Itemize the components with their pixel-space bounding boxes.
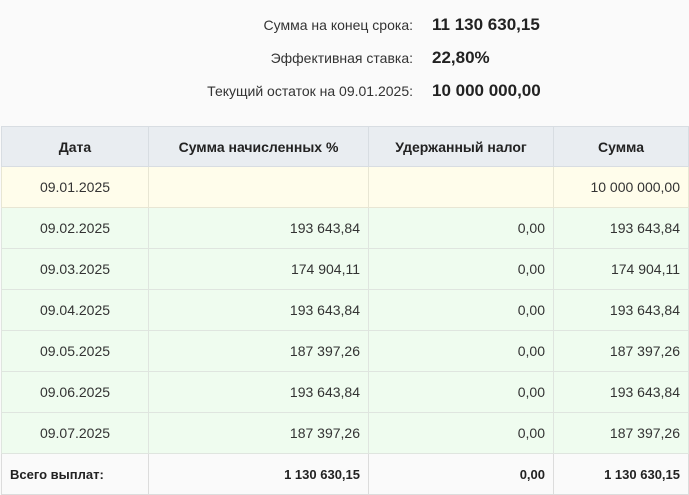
rate-label: Эффективная ставка: [270,50,413,66]
row-tax: 0,00 [368,248,554,290]
row-amount: 193 643,84 [553,371,689,413]
total-label: Сумма на конец срока: [263,17,413,33]
row-amount: 193 643,84 [553,207,689,249]
total-row-tax: 0,00 [368,453,554,495]
row-date: 09.07.2025 [1,412,149,454]
summary-row-total: Сумма на конец срока: 11 130 630,15 [0,10,689,40]
payment-schedule: Дата Сумма начисленных % Удержанный нало… [1,126,689,495]
payment-table: Дата Сумма начисленных % Удержанный нало… [1,126,689,495]
total-value: 11 130 630,15 [432,15,540,34]
table-total-row: Всего выплат: 1 130 630,15 0,00 1 130 63… [1,453,689,495]
row-interest: 187 397,26 [148,330,369,372]
deposit-summary: Сумма на конец срока: 11 130 630,15 Эффе… [0,0,689,126]
table-row: 09.02.2025 193 643,84 0,00 193 643,84 [1,207,689,249]
row-amount: 187 397,26 [553,412,689,454]
rate-value: 22,80% [432,48,490,67]
row-interest: 193 643,84 [148,207,369,249]
row-date: 09.04.2025 [1,289,149,331]
row-tax: 0,00 [368,412,554,454]
row-date: 09.03.2025 [1,248,149,290]
row-interest: 193 643,84 [148,371,369,413]
table-row: 09.06.2025 193 643,84 0,00 193 643,84 [1,371,689,413]
row-interest: 193 643,84 [148,289,369,331]
row-interest: 187 397,26 [148,412,369,454]
table-header-row: Дата Сумма начисленных % Удержанный нало… [1,126,689,167]
total-row-amount: 1 130 630,15 [553,453,689,495]
row-date: 09.06.2025 [1,371,149,413]
table-row: 09.04.2025 193 643,84 0,00 193 643,84 [1,289,689,331]
row-date: 09.01.2025 [1,166,149,208]
total-row-interest: 1 130 630,15 [148,453,369,495]
row-amount: 10 000 000,00 [553,166,689,208]
row-amount: 174 904,11 [553,248,689,290]
header-interest: Сумма начисленных % [148,126,369,167]
table-row: 09.03.2025 174 904,11 0,00 174 904,11 [1,248,689,290]
summary-row-balance: Текущий остаток на 09.01.2025: 10 000 00… [0,76,689,106]
row-interest [148,166,369,208]
row-tax: 0,00 [368,330,554,372]
row-tax: 0,00 [368,207,554,249]
row-tax: 0,00 [368,289,554,331]
balance-label: Текущий остаток на 09.01.2025: [207,83,413,99]
table-row: 09.07.2025 187 397,26 0,00 187 397,26 [1,412,689,454]
row-tax [368,166,554,208]
table-row: 09.05.2025 187 397,26 0,00 187 397,26 [1,330,689,372]
table-row: 09.01.2025 10 000 000,00 [1,166,689,208]
row-amount: 187 397,26 [553,330,689,372]
row-date: 09.02.2025 [1,207,149,249]
header-tax: Удержанный налог [368,126,554,167]
balance-value: 10 000 000,00 [432,81,541,100]
header-amount: Сумма [553,126,689,167]
row-interest: 174 904,11 [148,248,369,290]
row-date: 09.05.2025 [1,330,149,372]
total-row-label: Всего выплат: [1,453,149,495]
row-amount: 193 643,84 [553,289,689,331]
header-date: Дата [1,126,149,167]
summary-row-rate: Эффективная ставка: 22,80% [0,43,689,73]
row-tax: 0,00 [368,371,554,413]
